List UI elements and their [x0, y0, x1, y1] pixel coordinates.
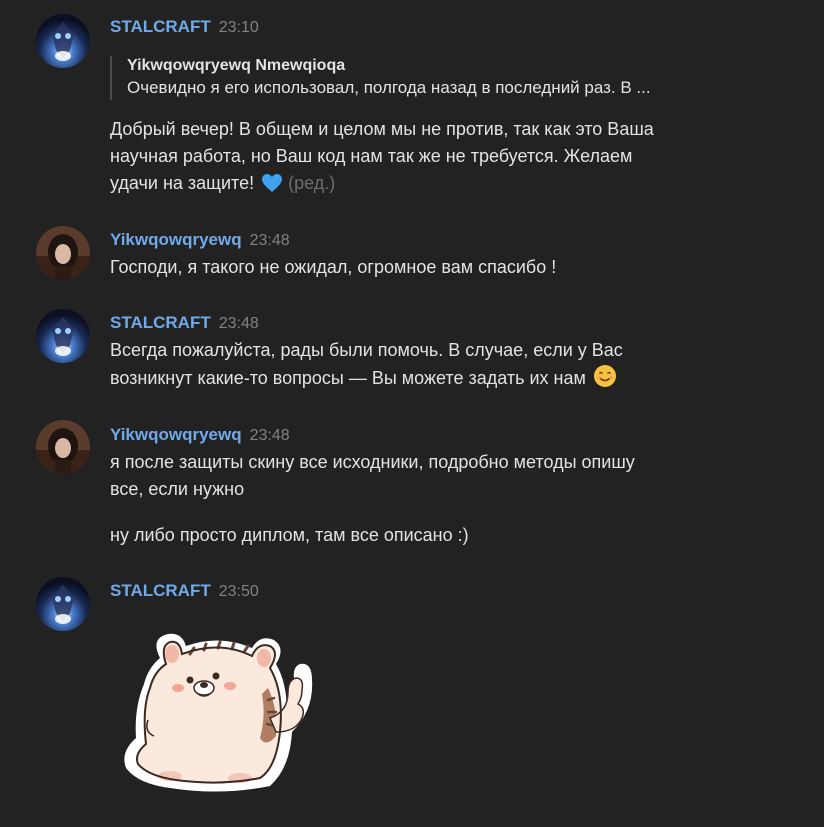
- avatar-stalcraft[interactable]: [36, 14, 90, 68]
- text-line-last: возникнут какие-то вопросы — Вы можете з…: [110, 364, 700, 396]
- avatar-stalcraft[interactable]: [36, 309, 90, 363]
- text-line: все, если нужно: [110, 479, 245, 499]
- message-header: Yikwqowqryewq 23:48: [110, 425, 290, 445]
- message-header: STALCRAFT 23:50: [110, 581, 259, 601]
- author-name[interactable]: Yikwqowqryewq: [110, 230, 242, 249]
- message-text: я после защиты скину все исходники, подр…: [110, 449, 700, 503]
- reply-text: Очевидно я его использовал, полгода наза…: [127, 78, 651, 97]
- edited-label: (ред.): [288, 173, 336, 193]
- text-line: научная работа, но Ваш код нам так же не…: [110, 146, 633, 166]
- smiling-face-icon: [593, 364, 617, 396]
- message-text: Всегда пожалуйста, рады были помочь. В с…: [110, 337, 700, 396]
- text-line: возникнут какие-то вопросы — Вы можете з…: [110, 368, 586, 388]
- text-line: Добрый вечер! В общем и целом мы не прот…: [110, 119, 654, 139]
- hedgehog-sticker[interactable]: [120, 628, 316, 794]
- reply-author: Yikwqowqryewq Nmewqioqa: [127, 57, 346, 74]
- message-text: Господи, я такого не ожидал, огромное ва…: [110, 254, 700, 281]
- message-time: 23:48: [249, 232, 290, 249]
- avatar-yikwqowqryewq[interactable]: [36, 420, 90, 474]
- message-time: 23:10: [218, 19, 259, 36]
- text-line: ну либо просто диплом, там все описано :…: [110, 525, 469, 545]
- text-line: я после защиты скину все исходники, подр…: [110, 452, 635, 472]
- hedgehog-thumbs-up-icon: [124, 633, 313, 792]
- message-header: STALCRAFT 23:48: [110, 313, 259, 333]
- avatar-yikwqowqryewq[interactable]: [36, 226, 90, 280]
- author-name[interactable]: STALCRAFT: [110, 581, 211, 600]
- blue-heart-icon: [261, 173, 283, 201]
- text-line: удачи на защите!: [110, 173, 255, 193]
- message-text: Добрый вечер! В общем и целом мы не прот…: [110, 116, 700, 201]
- message-header: STALCRAFT 23:10: [110, 17, 259, 37]
- text-line: Всегда пожалуйста, рады были помочь. В с…: [110, 340, 623, 360]
- author-name[interactable]: STALCRAFT: [110, 17, 211, 36]
- author-name[interactable]: STALCRAFT: [110, 313, 211, 332]
- author-name[interactable]: Yikwqowqryewq: [110, 425, 242, 444]
- message-time: 23:48: [249, 427, 290, 444]
- text-line-last: удачи на защите! (ред.): [110, 170, 700, 201]
- reply-quote[interactable]: Yikwqowqryewq Nmewqioqa Очевидно я его и…: [110, 56, 747, 100]
- text-line: Господи, я такого не ожидал, огромное ва…: [110, 257, 557, 277]
- message-time: 23:50: [218, 583, 259, 600]
- message-time: 23:48: [218, 315, 259, 332]
- message-text: ну либо просто диплом, там все описано :…: [110, 522, 700, 549]
- message-header: Yikwqowqryewq 23:48: [110, 230, 290, 250]
- avatar-stalcraft[interactable]: [36, 577, 90, 631]
- chat-history: STALCRAFT 23:10 Yikwqowqryewq Nmewqioqa О…: [0, 0, 824, 827]
